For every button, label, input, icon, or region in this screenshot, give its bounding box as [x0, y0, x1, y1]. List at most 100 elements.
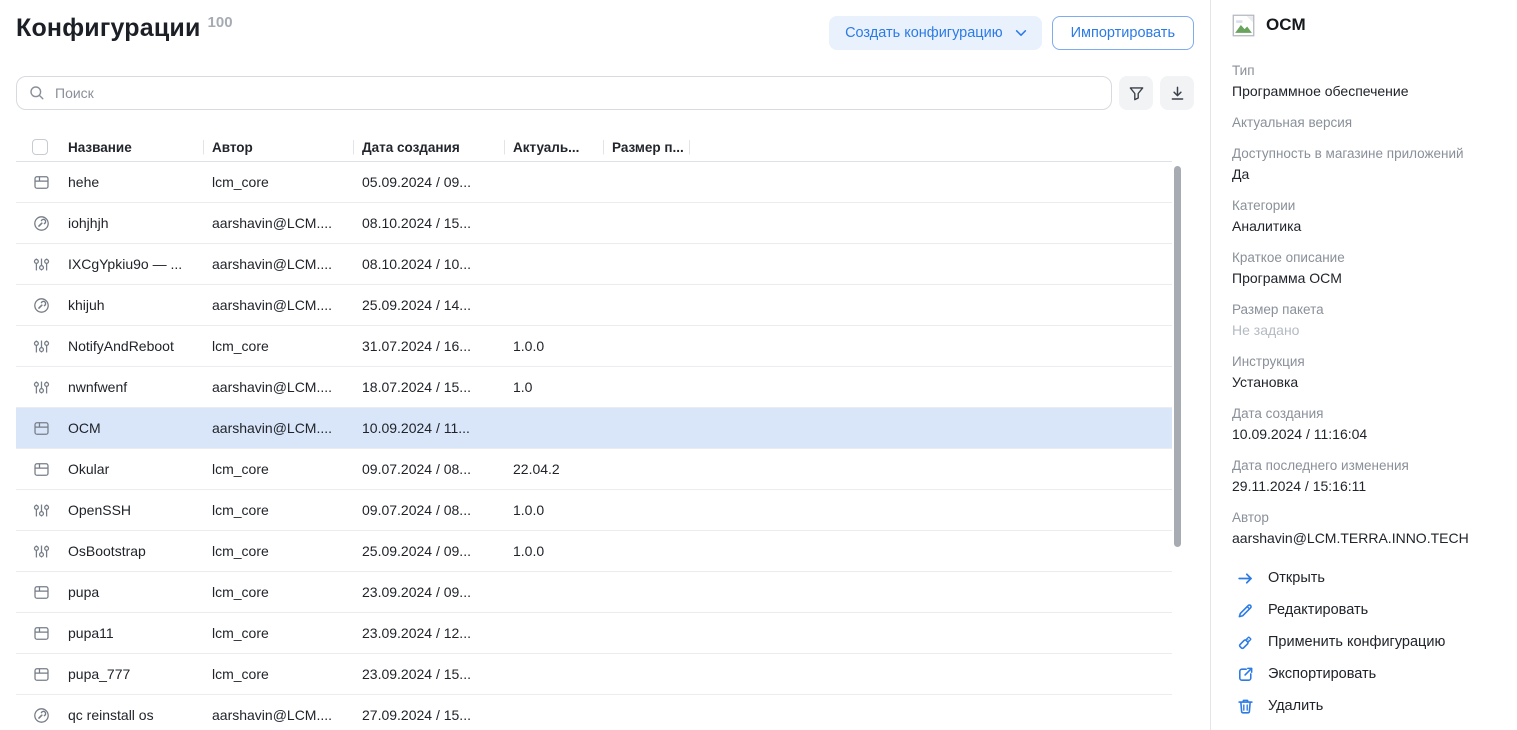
panel-action-label: Открыть	[1268, 570, 1325, 586]
row-type-icon-cell	[16, 625, 68, 642]
panel-action[interactable]: Открыть	[1232, 562, 1499, 594]
field-value: Да	[1232, 164, 1499, 184]
panel-action[interactable]: Применить конфигурацию	[1232, 626, 1499, 658]
trash-icon	[1236, 697, 1255, 716]
config-name-cell: IXCgYpkiu9o — ...	[68, 256, 212, 272]
broken-image-icon	[1232, 14, 1255, 37]
table-row[interactable]: pupa lcm_core 23.09.2024 / 09...	[16, 572, 1172, 613]
panel-action-label: Экспортировать	[1268, 666, 1376, 682]
row-type-icon-cell	[16, 297, 68, 314]
config-author-cell: lcm_core	[212, 584, 362, 600]
row-type-icon-cell	[16, 420, 68, 437]
service-wrench-icon	[33, 297, 50, 314]
row-type-icon-cell	[16, 379, 68, 396]
table-row[interactable]: iohjhjh aarshavin@LCM.... 08.10.2024 / 1…	[16, 203, 1172, 244]
config-author-cell: lcm_core	[212, 625, 362, 641]
table-row[interactable]: NotifyAndReboot lcm_core 31.07.2024 / 16…	[16, 326, 1172, 367]
table-row[interactable]: OpenSSH lcm_core 09.07.2024 / 08... 1.0.…	[16, 490, 1172, 531]
app-window-icon	[33, 420, 50, 437]
field-value: Не задано	[1232, 320, 1499, 340]
config-name-cell: pupa11	[68, 625, 212, 641]
create-config-button[interactable]: Создать конфигурацию	[829, 16, 1042, 50]
column-header-author[interactable]: Автор	[212, 140, 362, 155]
panel-field: Тип Программное обеспечение	[1232, 61, 1499, 101]
panel-action[interactable]: Экспортировать	[1232, 658, 1499, 690]
panel-action-label: Удалить	[1268, 698, 1323, 714]
config-table: Название Автор Дата создания Актуаль... …	[16, 133, 1172, 730]
pencil-icon	[1236, 601, 1255, 620]
row-type-icon-cell	[16, 174, 68, 191]
table-header: Название Автор Дата создания Актуаль... …	[16, 133, 1172, 162]
column-header-version[interactable]: Актуаль...	[513, 140, 612, 155]
config-author-cell: lcm_core	[212, 338, 362, 354]
table-row[interactable]: khijuh aarshavin@LCM.... 25.09.2024 / 14…	[16, 285, 1172, 326]
table-row[interactable]: OsBootstrap lcm_core 25.09.2024 / 09... …	[16, 531, 1172, 572]
panel-action[interactable]: Удалить	[1232, 690, 1499, 722]
header-actions: Создать конфигурацию Импортировать	[829, 16, 1194, 50]
table-scrollbar-thumb[interactable]	[1174, 166, 1181, 547]
table-row[interactable]: Okular lcm_core 09.07.2024 / 08... 22.04…	[16, 449, 1172, 490]
config-author-cell: lcm_core	[212, 461, 362, 477]
search-input[interactable]	[16, 76, 1112, 110]
config-created-cell: 05.09.2024 / 09...	[362, 174, 513, 190]
panel-field: Дата создания 10.09.2024 / 11:16:04	[1232, 404, 1499, 444]
config-author-cell: aarshavin@LCM....	[212, 256, 362, 272]
header-checkbox-cell	[16, 139, 68, 155]
filter-icon	[1128, 85, 1145, 102]
row-type-icon-cell	[16, 338, 68, 355]
row-type-icon-cell	[16, 461, 68, 478]
field-label: Актуальная версия	[1232, 113, 1499, 132]
panel-field: Инструкция Установка	[1232, 352, 1499, 392]
config-created-cell: 09.07.2024 / 08...	[362, 461, 513, 477]
panel-field: Размер пакета Не задано	[1232, 300, 1499, 340]
row-type-icon-cell	[16, 666, 68, 683]
field-value: Аналитика	[1232, 216, 1499, 236]
field-label: Дата последнего изменения	[1232, 456, 1499, 475]
column-header-name[interactable]: Название	[68, 140, 212, 155]
table-row[interactable]: pupa11 lcm_core 23.09.2024 / 12...	[16, 613, 1172, 654]
table-row[interactable]: IXCgYpkiu9o — ... aarshavin@LCM.... 08.1…	[16, 244, 1172, 285]
table-row[interactable]: nwnfwenf aarshavin@LCM.... 18.07.2024 / …	[16, 367, 1172, 408]
app-window-icon	[33, 584, 50, 601]
sliders-icon	[33, 379, 50, 396]
column-header-created[interactable]: Дата создания	[362, 140, 513, 155]
config-created-cell: 10.09.2024 / 11...	[362, 420, 513, 436]
row-type-icon-cell	[16, 543, 68, 560]
panel-field: Актуальная версия	[1232, 113, 1499, 132]
config-created-cell: 08.10.2024 / 10...	[362, 256, 513, 272]
config-name-cell: pupa_777	[68, 666, 212, 682]
row-type-icon-cell	[16, 256, 68, 273]
select-all-checkbox[interactable]	[32, 139, 48, 155]
field-value: Установка	[1232, 372, 1499, 392]
table-row[interactable]: hehe lcm_core 05.09.2024 / 09...	[16, 162, 1172, 203]
config-version-cell: 22.04.2	[513, 461, 612, 477]
download-button[interactable]	[1160, 76, 1194, 110]
import-button[interactable]: Импортировать	[1052, 16, 1194, 50]
row-type-icon-cell	[16, 707, 68, 724]
table-row[interactable]: OCM aarshavin@LCM.... 10.09.2024 / 11...	[16, 408, 1172, 449]
row-type-icon-cell	[16, 215, 68, 232]
usb-drive-icon	[1236, 633, 1255, 652]
sliders-icon	[33, 543, 50, 560]
search-row	[16, 76, 1194, 110]
config-name-cell: iohjhjh	[68, 215, 212, 231]
panel-field: Доступность в магазине приложений Да	[1232, 144, 1499, 184]
table-row[interactable]: qc reinstall os aarshavin@LCM.... 27.09.…	[16, 695, 1172, 730]
field-value: aarshavin@LCM.TERRA.INNO.TECH	[1232, 528, 1499, 548]
sliders-icon	[33, 338, 50, 355]
table-row[interactable]: pupa_777 lcm_core 23.09.2024 / 15...	[16, 654, 1172, 695]
download-icon	[1169, 85, 1186, 102]
total-count-badge: 100	[208, 14, 233, 31]
field-label: Категории	[1232, 196, 1499, 215]
config-name-cell: khijuh	[68, 297, 212, 313]
column-header-size[interactable]: Размер п...	[612, 140, 698, 155]
config-version-cell: 1.0.0	[513, 502, 612, 518]
arrow-right-icon	[1236, 569, 1255, 588]
filter-button[interactable]	[1119, 76, 1153, 110]
panel-field: Дата последнего изменения 29.11.2024 / 1…	[1232, 456, 1499, 496]
config-created-cell: 08.10.2024 / 15...	[362, 215, 513, 231]
app-window-icon	[33, 625, 50, 642]
panel-action[interactable]: Редактировать	[1232, 594, 1499, 626]
field-label: Дата создания	[1232, 404, 1499, 423]
panel-action-label: Применить конфигурацию	[1268, 634, 1445, 650]
